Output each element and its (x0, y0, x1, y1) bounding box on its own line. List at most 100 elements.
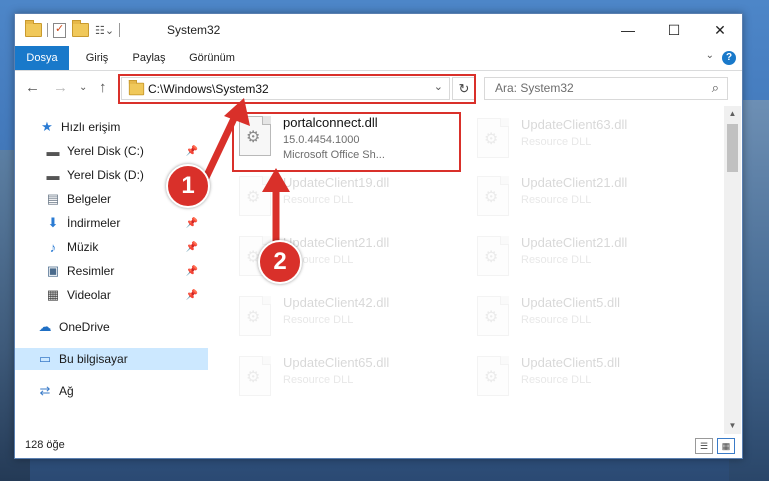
maximize-button[interactable]: ☐ (651, 14, 697, 46)
file-description: Resource DLL (521, 374, 592, 386)
expand-ribbon-icon[interactable]: ⌄ (706, 50, 714, 61)
file-description: Resource DLL (521, 194, 592, 206)
download-icon: ⬇ (47, 215, 59, 230)
drive-icon: ▬ (46, 167, 60, 183)
sidebar-item-this-pc[interactable]: ▭ Bu bilgisayar (15, 348, 208, 370)
sidebar-item-videos[interactable]: ▦ Videolar 📌 (15, 284, 208, 306)
forward-button[interactable]: → (53, 79, 68, 96)
tab-home[interactable]: Giriş (77, 46, 117, 70)
new-folder-icon[interactable] (72, 20, 89, 37)
scrollbar-thumb[interactable] (727, 124, 738, 172)
sidebar-item-label: Ağ (59, 384, 74, 398)
sidebar-item-label: Videolar (67, 288, 111, 302)
file-description: Resource DLL (283, 374, 354, 386)
recent-locations-button[interactable]: ⌄ (79, 82, 87, 93)
file-description: Resource DLL (521, 314, 592, 326)
minimize-button[interactable]: — (605, 14, 651, 46)
sidebar-item-label: OneDrive (59, 320, 110, 334)
drive-icon: ▬ (46, 143, 60, 159)
search-placeholder: Ara: System32 (495, 81, 574, 95)
dll-file-icon (477, 356, 509, 396)
sidebar-item-network[interactable]: ⇄ Ağ (15, 380, 208, 402)
pin-icon: 📌 (185, 289, 198, 301)
step-1-badge: 1 (166, 164, 210, 208)
cloud-icon: ☁ (38, 319, 52, 334)
tab-file[interactable]: Dosya (15, 46, 69, 70)
file-tile[interactable]: UpdateClient21.dll Resource DLL (473, 172, 697, 226)
sidebar-item-label: Hızlı erişim (61, 120, 121, 134)
search-input[interactable]: Ara: System32 ⌕ (484, 77, 728, 100)
sidebar-item-downloads[interactable]: ⬇ İndirmeler 📌 (15, 212, 208, 234)
file-name: UpdateClient21.dll (521, 175, 628, 190)
file-name: UpdateClient21.dll (521, 235, 628, 250)
music-icon: ♪ (49, 239, 57, 255)
sidebar-item-label: Belgeler (67, 192, 112, 206)
file-tile[interactable]: UpdateClient5.dll Resource DLL (473, 292, 697, 346)
tab-view[interactable]: Görünüm (181, 46, 243, 70)
file-description: Resource DLL (521, 254, 592, 266)
dll-file-icon (477, 176, 509, 216)
file-description: Resource DLL (521, 136, 592, 148)
vertical-scrollbar[interactable]: ▲ ▼ (724, 106, 741, 434)
search-icon: ⌕ (711, 80, 719, 95)
folder-icon (25, 20, 42, 37)
back-button[interactable]: ← (25, 79, 40, 96)
sidebar-item-local-disk-c[interactable]: ▬ Yerel Disk (C:) 📌 (15, 140, 208, 162)
video-icon: ▦ (46, 287, 60, 302)
dll-file-icon (477, 118, 509, 158)
computer-icon: ▭ (38, 351, 52, 366)
file-name: UpdateClient65.dll (283, 355, 390, 370)
close-button[interactable]: ✕ (697, 14, 743, 46)
file-highlight (232, 112, 461, 172)
title-bar: ☷⌄ System32 — ☐ ✕ (15, 14, 742, 46)
file-tile[interactable]: UpdateClient21.dll Resource DLL (473, 232, 697, 286)
pictures-icon: ▣ (46, 263, 60, 278)
up-button[interactable]: ↑ (99, 79, 107, 96)
dll-file-icon (239, 296, 271, 336)
address-bar-highlight (118, 74, 476, 104)
details-view-icon[interactable]: ☰ (695, 438, 713, 454)
large-icons-view-icon[interactable]: ▦ (717, 438, 735, 454)
dll-file-icon (477, 296, 509, 336)
sidebar-item-label: İndirmeler (67, 216, 121, 230)
sidebar-item-label: Resimler (67, 264, 115, 278)
star-icon: ★ (41, 119, 53, 134)
step-2-badge: 2 (258, 240, 302, 284)
file-description: Resource DLL (283, 314, 354, 326)
file-name: UpdateClient5.dll (521, 295, 621, 310)
sidebar-item-music[interactable]: ♪ Müzik 📌 (15, 236, 208, 258)
quick-access-toolbar: ☷⌄ (25, 20, 125, 38)
properties-icon[interactable] (53, 22, 66, 38)
help-icon[interactable]: ? (722, 51, 736, 65)
ribbon-tabs: Dosya Giriş Paylaş Görünüm ⌄ ? (15, 46, 742, 71)
pin-icon: 📌 (185, 217, 198, 229)
scroll-up-icon[interactable]: ▲ (724, 106, 741, 122)
documents-icon: ▤ (46, 191, 60, 206)
sidebar-item-pictures[interactable]: ▣ Resimler 📌 (15, 260, 208, 282)
navigation-pane: ★ Hızlı erişim ▬ Yerel Disk (C:) 📌 ▬ Yer… (15, 106, 210, 434)
network-icon: ⇄ (39, 383, 51, 398)
sidebar-item-label: Yerel Disk (D:) (67, 168, 144, 182)
status-bar: 128 öğe ☰ ▦ (15, 434, 742, 458)
file-name: UpdateClient63.dll (521, 117, 628, 132)
pin-icon: 📌 (185, 265, 198, 277)
file-tile[interactable]: UpdateClient42.dll Resource DLL (235, 292, 459, 346)
sidebar-item-onedrive[interactable]: ☁ OneDrive (15, 316, 208, 338)
file-name: UpdateClient5.dll (521, 355, 621, 370)
customize-toolbar-icon[interactable]: ☷⌄ (95, 24, 114, 37)
sidebar-item-quick-access[interactable]: ★ Hızlı erişim (15, 116, 208, 138)
sidebar-item-label: Yerel Disk (C:) (67, 144, 144, 158)
tab-share[interactable]: Paylaş (125, 46, 173, 70)
item-count: 128 öğe (25, 439, 65, 451)
dll-file-icon (239, 356, 271, 396)
pin-icon: 📌 (185, 241, 198, 253)
file-tile[interactable]: UpdateClient65.dll Resource DLL (235, 352, 459, 406)
dll-file-icon (477, 236, 509, 276)
file-tile[interactable]: UpdateClient5.dll Resource DLL (473, 352, 697, 406)
sidebar-item-label: Bu bilgisayar (59, 352, 128, 366)
file-tile[interactable]: UpdateClient63.dll Resource DLL (473, 114, 697, 168)
window-title: System32 (167, 23, 221, 37)
scroll-down-icon[interactable]: ▼ (724, 418, 741, 434)
file-name: UpdateClient42.dll (283, 295, 390, 310)
sidebar-item-label: Müzik (67, 240, 99, 254)
